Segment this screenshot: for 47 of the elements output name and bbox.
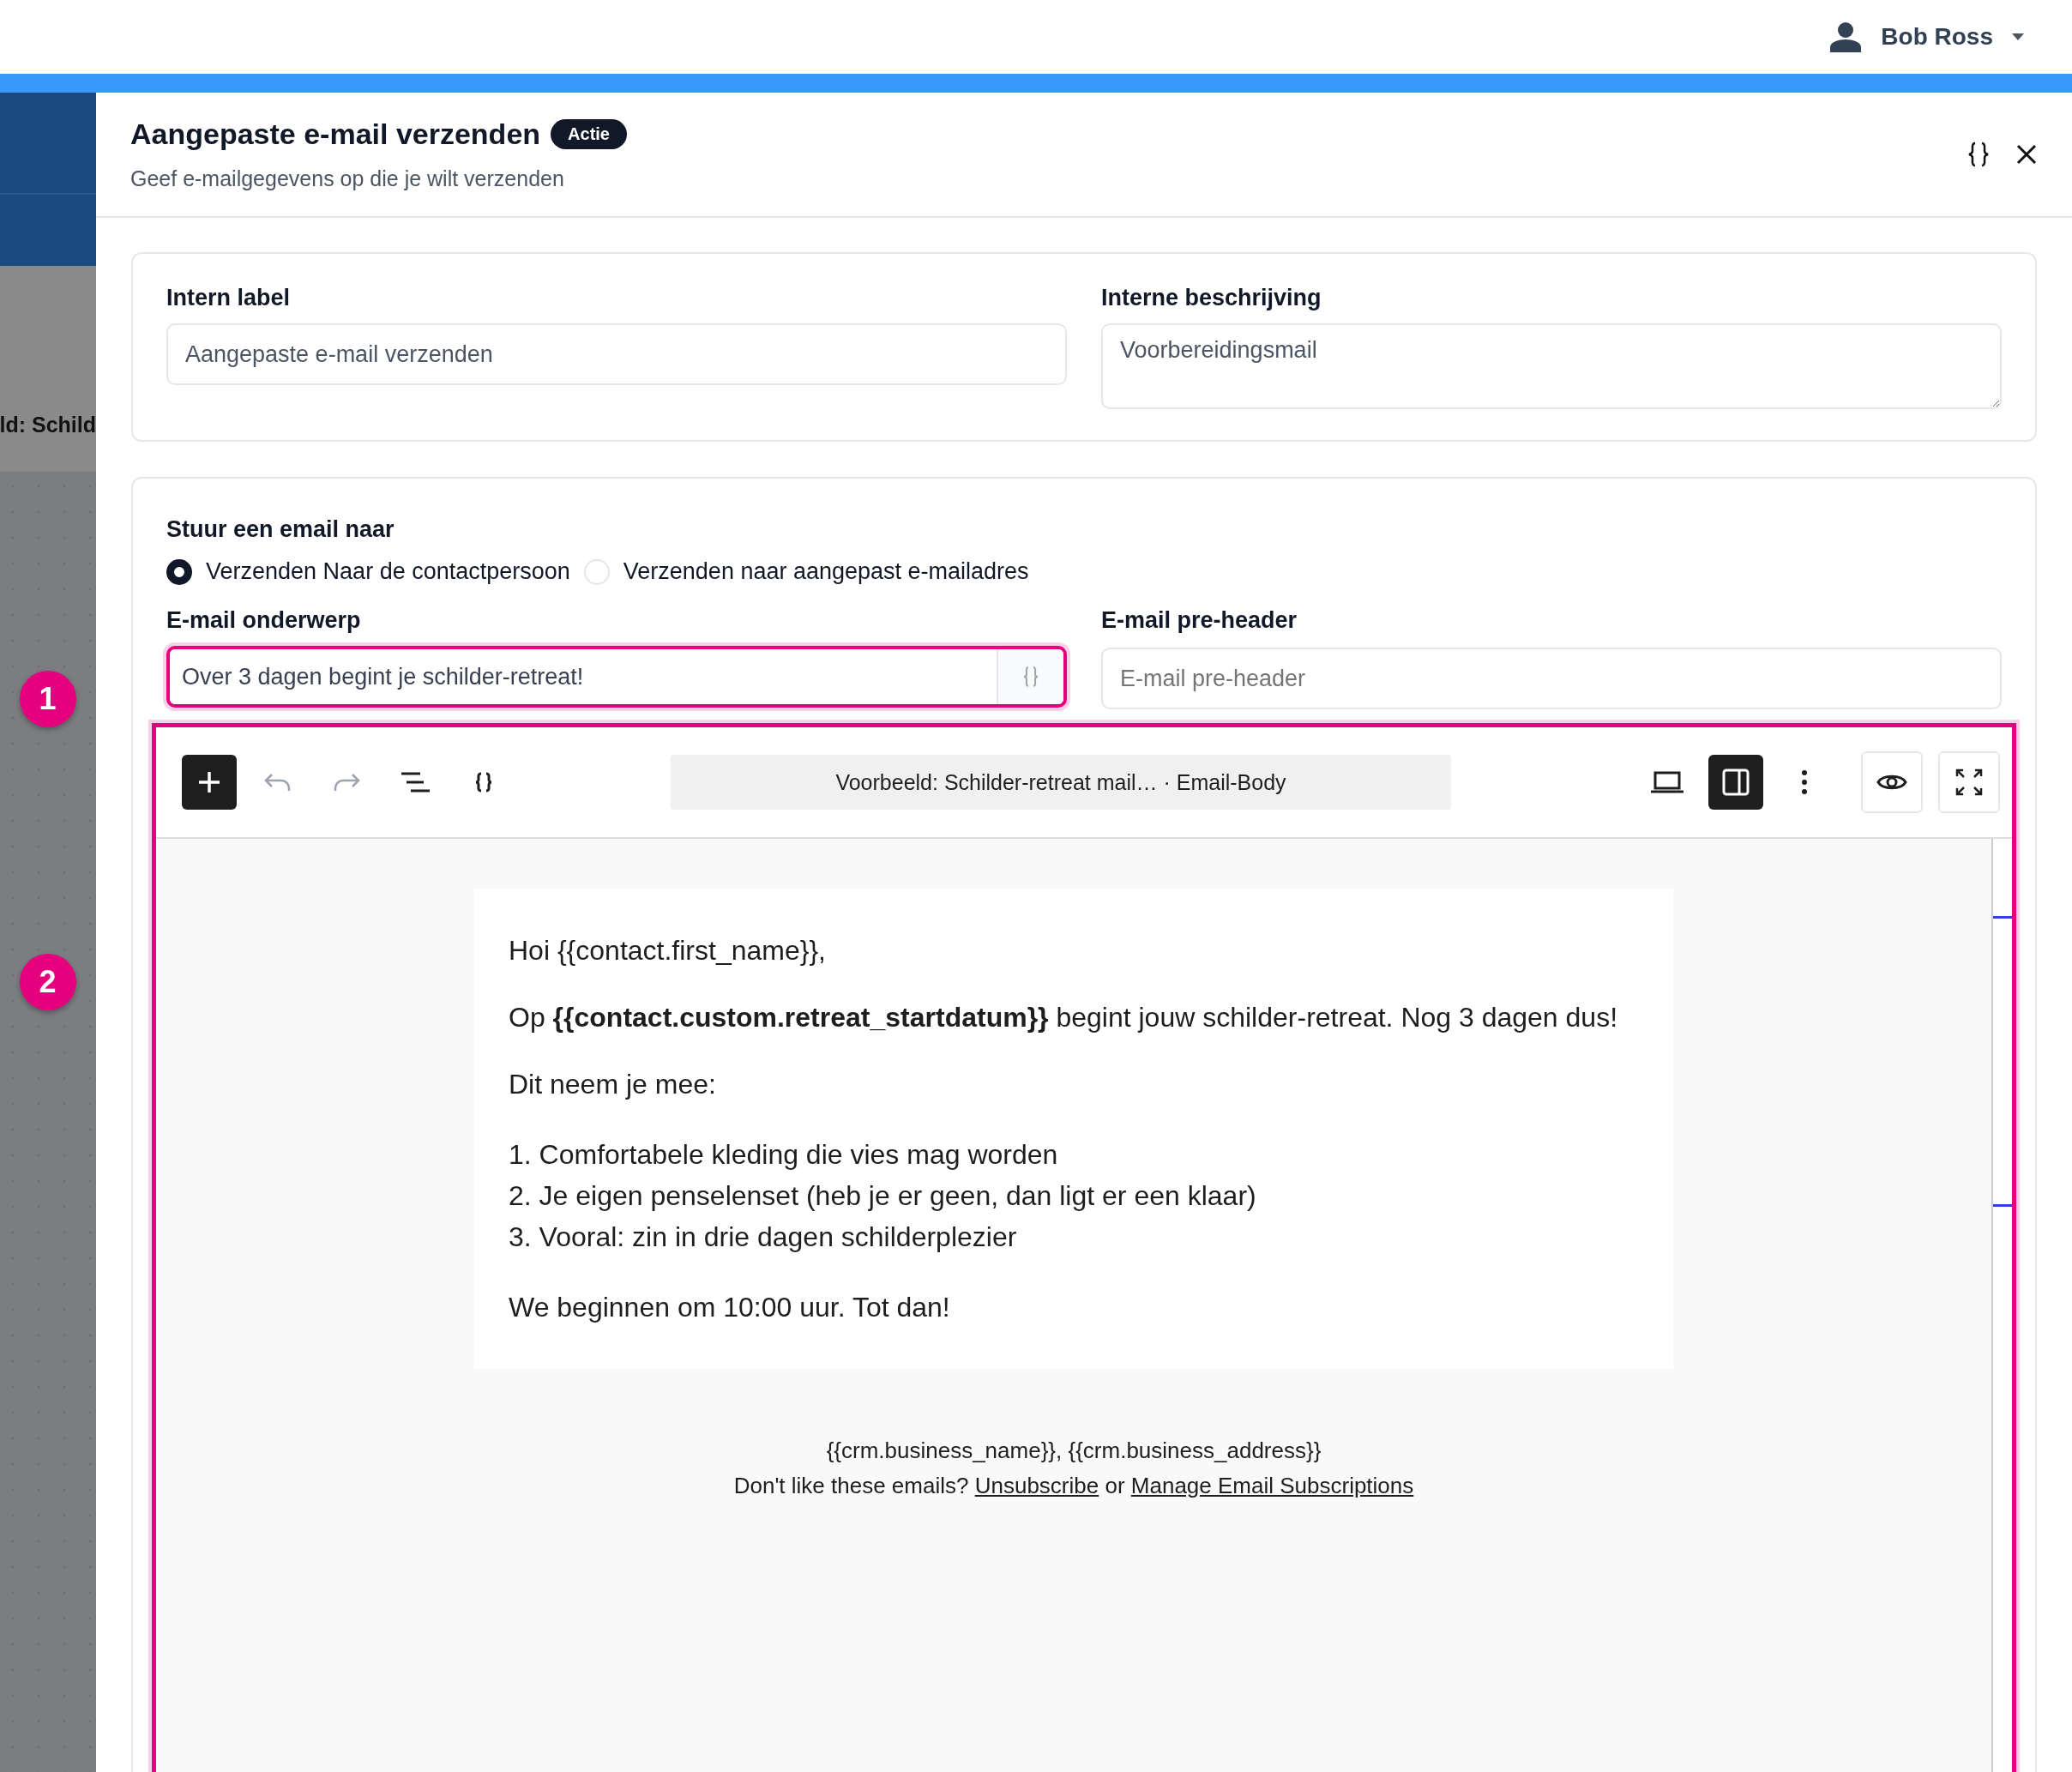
radio-label[interactable]: Verzenden Naar de contactpersoon — [206, 558, 570, 585]
document-breadcrumb[interactable]: Voorbeeld: Schilder-retreat mail… · Email-Body — [671, 755, 1451, 810]
add-block-button[interactable] — [182, 755, 237, 810]
step-badge: 1 — [19, 671, 76, 727]
email-paragraph: Op {{contact.custom.retreat_startdatum}} begint jouw schilder-retreat. Nog 3 dagen dus! — [509, 1001, 1619, 1034]
email-paragraph: Hoi {{contact.first_name}}, — [509, 934, 827, 967]
preview-button[interactable] — [1861, 751, 1923, 813]
sidebar-toggle-icon — [1721, 768, 1750, 797]
email-paragraph: We beginnen om 10:00 uur. Tot dan! — [509, 1291, 951, 1324]
list-view-icon — [401, 771, 430, 793]
user-icon — [1829, 21, 1863, 52]
close-icon[interactable] — [2015, 143, 2038, 166]
sidebar-toggle-button[interactable] — [1708, 755, 1763, 810]
list-item: 2. Je eigen penselenset (heb je er geen, dan ligt er een klaar) — [509, 1179, 1257, 1213]
user-name[interactable]: Bob Ross — [1881, 23, 1993, 51]
panel-subtitle: Geef e-mailgegevens op die je wilt verzenden — [130, 166, 565, 191]
radio-label[interactable]: Verzenden naar aangepast e-mailadres — [623, 558, 1029, 585]
code-braces-icon — [474, 772, 493, 793]
field-label: Intern label — [166, 285, 292, 311]
radio-button[interactable] — [166, 558, 192, 585]
field-label: E-mail onderwerp — [166, 607, 362, 634]
footer-address: {{crm.business_name}}, {{crm.business_address}} — [826, 1437, 1322, 1464]
code-braces-icon[interactable] — [1967, 142, 1990, 167]
field-label: Stuur een email naar — [166, 516, 395, 542]
internal-description-field[interactable]: Voorbereidingsmail — [1101, 323, 2002, 409]
list-item: 3. Vooral: zin in drie dagen schilderplezier — [509, 1221, 1018, 1254]
fullscreen-icon — [1955, 768, 1984, 797]
action-badge: Actie — [551, 119, 627, 149]
footer-text: Don't like these emails? Unsubscribe or Manage Email Subscriptions — [733, 1473, 1414, 1499]
unsubscribe-link[interactable]: Unsubscribe — [974, 1473, 1099, 1498]
step-badge: 2 — [19, 954, 76, 1010]
panel-title: Aangepaste e-mail verzenden — [130, 118, 541, 151]
caret-icon[interactable] — [2012, 33, 2024, 40]
undo-icon — [263, 772, 292, 793]
email-paragraph: Dit neem je mee: — [509, 1068, 717, 1101]
background-text: ld: Schild — [0, 413, 96, 437]
field-label: E-mail pre-header — [1101, 607, 1298, 634]
redo-icon — [332, 772, 361, 793]
fullscreen-button[interactable] — [1938, 751, 2000, 813]
manage-subscriptions-link[interactable]: Manage Email Subscriptions — [1130, 1473, 1414, 1498]
plus-icon — [196, 769, 222, 795]
list-item: 1. Comfortabele kleding die vies mag worden — [509, 1138, 1059, 1172]
more-options-icon — [1801, 769, 1808, 795]
field-label: Interne beschrijving — [1101, 285, 1322, 311]
preheader-field[interactable]: E-mail pre-header — [1101, 648, 2002, 709]
laptop-icon — [1650, 770, 1684, 794]
internal-label-field[interactable]: Aangepaste e-mail verzenden — [166, 323, 1067, 385]
